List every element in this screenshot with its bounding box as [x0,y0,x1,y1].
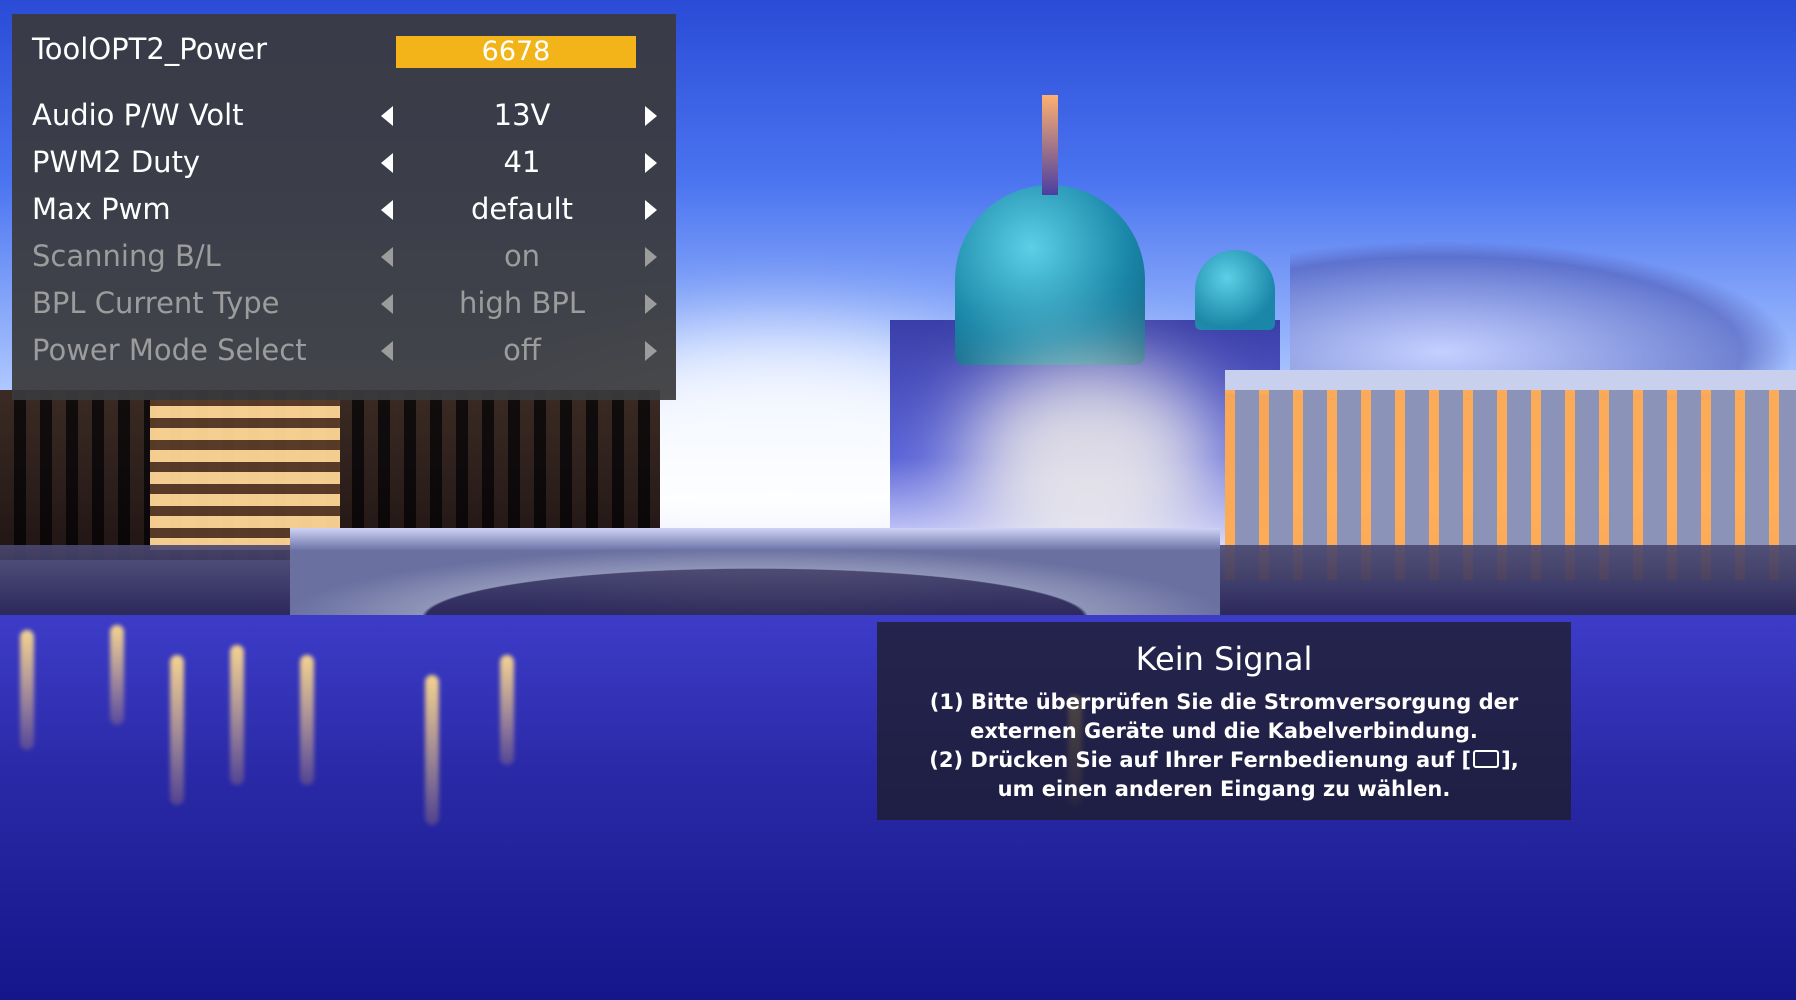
dialog-line-3: (2) Drücken Sie auf Ihrer Fernbedienung … [877,748,1571,772]
light-reflection [300,655,314,785]
bridge-deck [290,528,1220,550]
cathedral-small-dome [1195,250,1275,330]
menu-row-label: Audio P/W Volt [32,98,244,132]
arrow-right-icon [645,341,657,361]
arrow-right-icon[interactable] [645,153,657,173]
menu-row-value: high BPL [459,286,585,320]
dialog-line-1: (1) Bitte überprüfen Sie die Stromversor… [929,690,1519,714]
menu-row-label: BPL Current Type [32,286,280,320]
menu-row-value: 13V [493,98,551,132]
cathedral-dome [955,185,1145,365]
arrow-left-icon[interactable] [381,106,393,126]
arrow-right-icon [645,247,657,267]
arrow-left-icon[interactable] [381,153,393,173]
arrow-left-icon [381,247,393,267]
menu-row-label: PWM2 Duty [32,145,201,179]
dialog-line-3-prefix: (2) Drücken Sie auf Ihrer Fernbedienung … [929,748,1472,772]
menu-row-value: off [503,333,541,367]
arrow-right-icon[interactable] [645,106,657,126]
menu-row-bpl-current-type: BPL Current Type high BPL [12,282,676,328]
menu-row-value: default [470,192,574,226]
menu-row-label: Scanning B/L [32,239,221,273]
light-reflection [500,655,514,765]
dialog-title: Kein Signal [1135,640,1313,678]
input-source-icon [1473,750,1500,768]
arrow-right-icon [645,294,657,314]
menu-row-label: ToolOPT2_Power [32,32,267,66]
light-reflection [230,645,244,785]
arrow-left-icon [381,294,393,314]
dialog-line-2: externen Geräte und die Kabelverbindung. [970,719,1478,743]
no-signal-dialog: Kein Signal (1) Bitte überprüfen Sie die… [877,622,1571,820]
light-reflection [425,675,439,825]
menu-row-toolopt2-power[interactable]: ToolOPT2_Power 6678 [12,14,676,68]
arrow-right-icon[interactable] [645,200,657,220]
menu-row-label: Power Mode Select [32,333,307,367]
dialog-line-3-suffix: ], [1501,748,1519,772]
light-reflection [20,630,34,750]
light-reflection [170,655,184,805]
menu-row-power-mode-select: Power Mode Select off [12,329,676,375]
service-menu: ToolOPT2_Power 6678 Audio P/W Volt 13V P… [12,14,676,400]
light-reflection [110,625,124,725]
menu-row-scanning-bl: Scanning B/L on [12,235,676,281]
arrow-left-icon [381,341,393,361]
menu-row-max-pwm[interactable]: Max Pwm default [12,188,676,234]
menu-row-value: 41 [503,145,541,179]
menu-row-value: on [503,239,541,273]
menu-row-pwm2-duty[interactable]: PWM2 Duty 41 [12,141,676,187]
dialog-line-4: um einen anderen Eingang zu wählen. [997,777,1451,801]
menu-row-label: Max Pwm [32,192,171,226]
menu-row-audio-pw-volt[interactable]: Audio P/W Volt 13V [12,94,676,140]
cathedral-spire [1042,95,1058,195]
arrow-left-icon[interactable] [381,200,393,220]
highlighted-value-field[interactable]: 6678 [396,36,636,68]
